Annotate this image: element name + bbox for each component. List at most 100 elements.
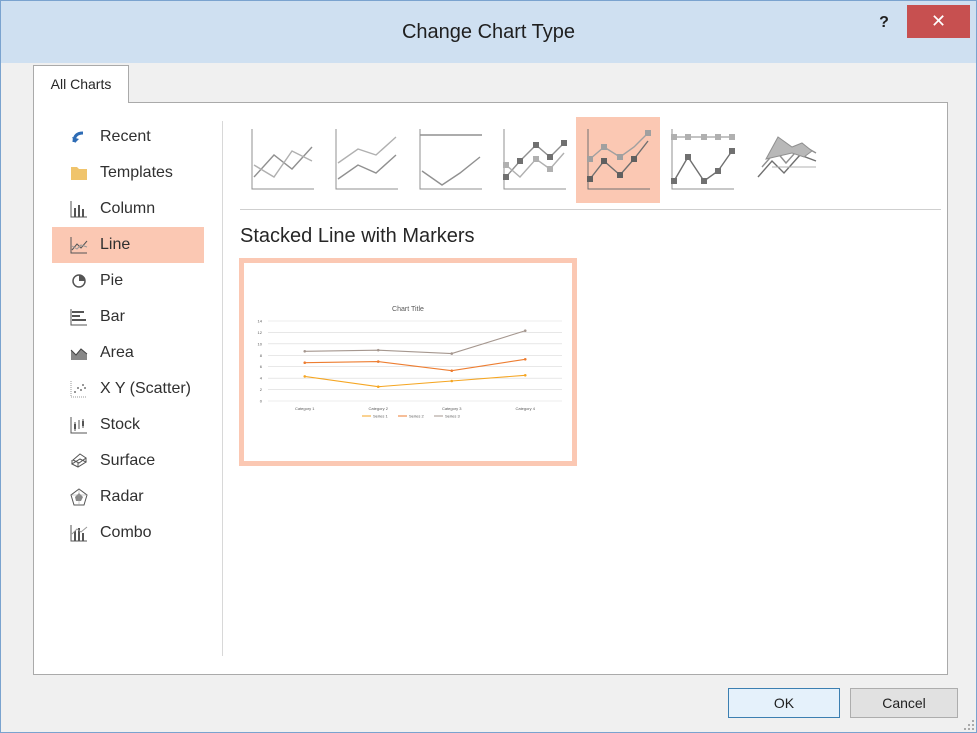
sidebar-item-label: Stock xyxy=(100,416,141,433)
data-point xyxy=(303,361,307,365)
sidebar-item-line[interactable]: Line xyxy=(52,227,204,263)
chart-preview[interactable]: Chart Title 0 2 4 6 8 10 12 14 Category 1 Catego… xyxy=(239,258,577,466)
sidebar-item-label: Bar xyxy=(100,308,125,325)
x-tick-label: Category 4 xyxy=(515,406,535,411)
data-point xyxy=(450,352,454,355)
y-tick-label: 6 xyxy=(260,364,263,369)
data-point xyxy=(376,385,380,389)
3d-line-subtype-icon xyxy=(757,136,817,178)
subtype-title: Stacked Line with Markers xyxy=(240,225,475,247)
sidebar-item-templates[interactable]: Templates xyxy=(52,155,204,191)
preview-chart: Chart Title 02468101214 Category 1 Catego… xyxy=(258,306,562,419)
chart-legend: Series 1 Series 2 Series 3 xyxy=(362,414,460,419)
resize-grip-icon[interactable] xyxy=(963,719,975,731)
help-button[interactable]: ? xyxy=(869,11,899,35)
radar-chart-icon xyxy=(70,488,88,506)
subtype-100-stacked-line-with-markers[interactable] xyxy=(660,117,744,203)
sidebar-item-label: Recent xyxy=(100,128,151,145)
subtype-100-stacked-line[interactable] xyxy=(408,117,492,203)
folder-icon xyxy=(71,167,87,180)
sidebar-item-combo[interactable]: Combo xyxy=(52,515,204,551)
area-chart-icon xyxy=(70,348,88,360)
stacked-line-with-markers-subtype-icon xyxy=(587,129,651,190)
sidebar-item-column[interactable]: Column xyxy=(52,191,204,227)
combo-chart-icon xyxy=(70,525,88,542)
sidebar-item-bar[interactable]: Bar xyxy=(52,299,204,335)
series-line-3 xyxy=(304,330,526,355)
sidebar-item-stock[interactable]: Stock xyxy=(52,407,204,443)
data-point xyxy=(376,360,380,363)
100-stacked-line-subtype-icon xyxy=(419,129,482,190)
y-tick-label: 14 xyxy=(258,319,263,324)
sidebar-item-label: Column xyxy=(100,200,156,217)
x-tick-label: Category 3 xyxy=(442,406,462,411)
data-point xyxy=(303,375,307,378)
sidebar-item-recent[interactable]: Recent xyxy=(52,119,204,155)
y-axis-ticks: 0 2 4 6 8 10 12 14 xyxy=(258,319,263,404)
stock-chart-icon xyxy=(70,417,87,434)
sidebar-item-label: Templates xyxy=(100,164,173,181)
sidebar-item-label: Radar xyxy=(100,488,144,505)
chart-panel: Recent Templates Column Line Pie Bar Are… xyxy=(33,102,948,675)
chart-title: Chart Title xyxy=(392,306,424,313)
ok-button[interactable]: OK xyxy=(728,688,840,718)
legend-label: Series 1 xyxy=(373,414,388,419)
stacked-line-subtype-icon xyxy=(335,129,398,190)
sidebar-divider xyxy=(222,121,223,656)
y-tick-label: 10 xyxy=(258,341,263,346)
data-point xyxy=(303,349,307,353)
subtype-line-with-markers[interactable] xyxy=(492,117,576,203)
data-point xyxy=(376,348,380,352)
x-tick-label: Category 2 xyxy=(368,406,388,411)
column-chart-icon xyxy=(70,201,87,218)
sidebar-item-label: Pie xyxy=(100,272,124,289)
subtype-stacked-line-with-markers[interactable] xyxy=(576,117,660,203)
recent-icon xyxy=(72,131,84,143)
x-tick-label: Category 1 xyxy=(295,406,315,411)
y-tick-label: 4 xyxy=(260,376,263,381)
line-chart-icon xyxy=(70,237,88,254)
data-point xyxy=(523,373,527,377)
scatter-chart-icon xyxy=(70,381,87,398)
sidebar-item-pie[interactable]: Pie xyxy=(52,263,204,299)
title-bar: Change Chart Type ? ✕ xyxy=(1,1,976,63)
pie-chart-icon xyxy=(72,274,86,288)
cancel-button[interactable]: Cancel xyxy=(850,688,958,718)
chart-series xyxy=(303,329,527,389)
subtype-line[interactable] xyxy=(240,117,324,203)
sidebar-item-radar[interactable]: Radar xyxy=(52,479,204,515)
dialog-title: Change Chart Type xyxy=(401,21,576,43)
sidebar-item-label: Area xyxy=(100,344,134,361)
data-point xyxy=(450,369,454,373)
y-tick-label: 2 xyxy=(260,387,263,392)
y-tick-label: 8 xyxy=(260,353,263,358)
sidebar-item-scatter[interactable]: X Y (Scatter) xyxy=(52,371,204,407)
sidebar-item-surface[interactable]: Surface xyxy=(52,443,204,479)
legend-label: Series 2 xyxy=(409,414,424,419)
close-button[interactable]: ✕ xyxy=(907,5,970,38)
y-tick-label: 12 xyxy=(258,330,263,335)
y-tick-label: 0 xyxy=(260,399,263,404)
surface-chart-icon xyxy=(70,453,88,468)
line-with-markers-subtype-icon xyxy=(503,129,567,190)
change-chart-type-dialog: Change Chart Type ? ✕ All Charts Recent … xyxy=(0,0,977,733)
series-line-1 xyxy=(304,374,526,388)
subtype-3d-line[interactable] xyxy=(744,117,828,203)
data-point xyxy=(450,379,454,383)
sidebar-item-label: Line xyxy=(100,236,131,253)
legend-label: Series 3 xyxy=(445,414,460,419)
sidebar-item-label: X Y (Scatter) xyxy=(100,380,191,397)
subtype-stacked-line[interactable] xyxy=(324,117,408,203)
x-axis-ticks: Category 1 Category 2 Category 3 Category 4 xyxy=(295,406,536,411)
data-point xyxy=(523,329,527,333)
bar-chart-icon xyxy=(70,309,87,326)
gallery-divider xyxy=(240,209,941,210)
chart-type-sidebar: Recent Templates Column Line Pie Bar Are… xyxy=(52,119,204,551)
series-line-2 xyxy=(304,358,526,372)
tab-all-charts[interactable]: All Charts xyxy=(33,65,129,103)
data-point xyxy=(523,357,527,361)
100-stacked-line-with-markers-subtype-icon xyxy=(671,129,735,190)
sidebar-item-label: Surface xyxy=(100,452,156,469)
line-subtype-icon xyxy=(251,129,314,190)
sidebar-item-area[interactable]: Area xyxy=(52,335,204,371)
